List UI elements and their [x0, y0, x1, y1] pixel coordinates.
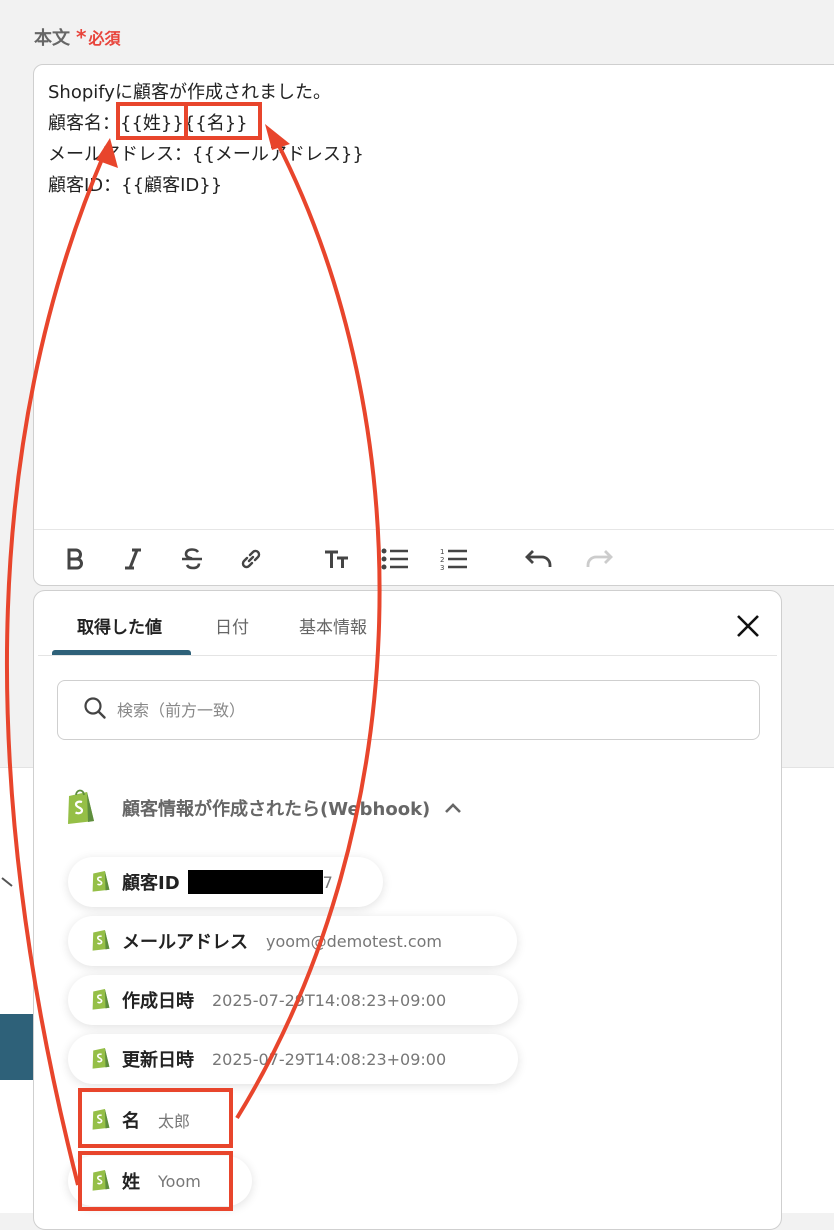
- item-value: 7: [322, 872, 333, 892]
- editor-line: 顧客名：{{姓}}{{名}}: [48, 113, 248, 134]
- item-label: メールアドレス: [122, 932, 248, 953]
- item-label: 姓: [122, 1172, 140, 1193]
- item-value: 太郎: [158, 1112, 191, 1131]
- item-value: 2025-07-29T14:08:23+09:00: [212, 1049, 447, 1069]
- item-value: Yoom: [158, 1171, 201, 1191]
- output-item-first-name[interactable]: 名 太郎: [68, 1095, 248, 1145]
- output-item-last-name[interactable]: 姓 Yoom: [68, 1156, 252, 1206]
- tab-basic-info[interactable]: 基本情報: [299, 613, 367, 638]
- redacted-block: [187, 870, 323, 894]
- section-title: 顧客情報が作成されたら(Webhook): [122, 799, 431, 820]
- editor-line: 顧客ID：{{顧客ID}}: [48, 175, 223, 196]
- item-label: 作成日時: [122, 991, 194, 1012]
- item-label: 名: [122, 1111, 140, 1132]
- output-item-created-at[interactable]: 作成日時 2025-07-29T14:08:23+09:00: [68, 975, 518, 1025]
- shopify-icon: [90, 1166, 112, 1196]
- font-size-icon[interactable]: [322, 544, 352, 574]
- shopify-icon: [64, 787, 98, 829]
- field-label-text: 本文: [34, 28, 70, 49]
- editor-content[interactable]: Shopifyに顧客が作成されました。 顧客名：{{姓}}{{名}} メールアド…: [34, 65, 834, 213]
- output-item-customer-id[interactable]: 顧客ID 7: [68, 857, 383, 907]
- bullet-list-icon[interactable]: [380, 544, 410, 574]
- redo-icon[interactable]: [584, 544, 614, 574]
- variable-picker-popup: 取得した値 日付 基本情報 顧客情報が作成されたら(Webhook) 顧客ID …: [33, 590, 782, 1230]
- svg-text:2: 2: [440, 556, 444, 564]
- shopify-icon: [90, 926, 112, 956]
- editor-line: Shopifyに顧客が作成されました。: [48, 82, 331, 103]
- required-star: *: [76, 25, 87, 49]
- item-label: 顧客ID: [122, 873, 180, 894]
- shopify-icon: [90, 1044, 112, 1074]
- search-input[interactable]: [115, 699, 679, 721]
- shopify-icon: [90, 867, 112, 897]
- output-item-updated-at[interactable]: 更新日時 2025-07-29T14:08:23+09:00: [68, 1034, 518, 1084]
- editor-toolbar: 123: [34, 529, 834, 587]
- italic-icon[interactable]: [118, 544, 148, 574]
- required-text: 必須: [88, 29, 121, 48]
- tab-date[interactable]: 日付: [215, 613, 249, 638]
- item-value: 2025-07-29T14:08:23+09:00: [212, 990, 447, 1010]
- link-icon[interactable]: [236, 544, 266, 574]
- undo-icon[interactable]: [524, 544, 554, 574]
- svg-text:3: 3: [440, 564, 444, 571]
- chevron-up-icon[interactable]: [444, 799, 462, 818]
- svg-text:1: 1: [440, 548, 444, 556]
- search-icon: [83, 696, 107, 724]
- shopify-icon: [90, 1105, 112, 1135]
- tabs-divider: [38, 655, 777, 656]
- shopify-icon: [90, 985, 112, 1015]
- tab-output-values[interactable]: 取得した値: [77, 613, 162, 638]
- message-body-editor[interactable]: Shopifyに顧客が作成されました。 顧客名：{{姓}}{{名}} メールアド…: [33, 64, 834, 586]
- chevron-left-icon: [0, 876, 14, 901]
- trigger-section-header[interactable]: 顧客情報が作成されたら(Webhook): [64, 786, 462, 830]
- strikethrough-icon[interactable]: [177, 544, 207, 574]
- search-field[interactable]: [57, 680, 760, 740]
- item-label: 更新日時: [122, 1050, 194, 1071]
- item-value: yoom@demotest.com: [266, 931, 442, 951]
- numbered-list-icon[interactable]: 123: [439, 544, 469, 574]
- popup-tabs: 取得した値 日付 基本情報: [34, 591, 781, 656]
- field-label: 本文 * 必須: [34, 24, 120, 50]
- output-item-email[interactable]: メールアドレス yoom@demotest.com: [68, 916, 517, 966]
- bold-icon[interactable]: [60, 544, 90, 574]
- editor-line: メールアドレス：{{メールアドレス}}: [48, 144, 364, 165]
- close-icon[interactable]: [735, 613, 761, 639]
